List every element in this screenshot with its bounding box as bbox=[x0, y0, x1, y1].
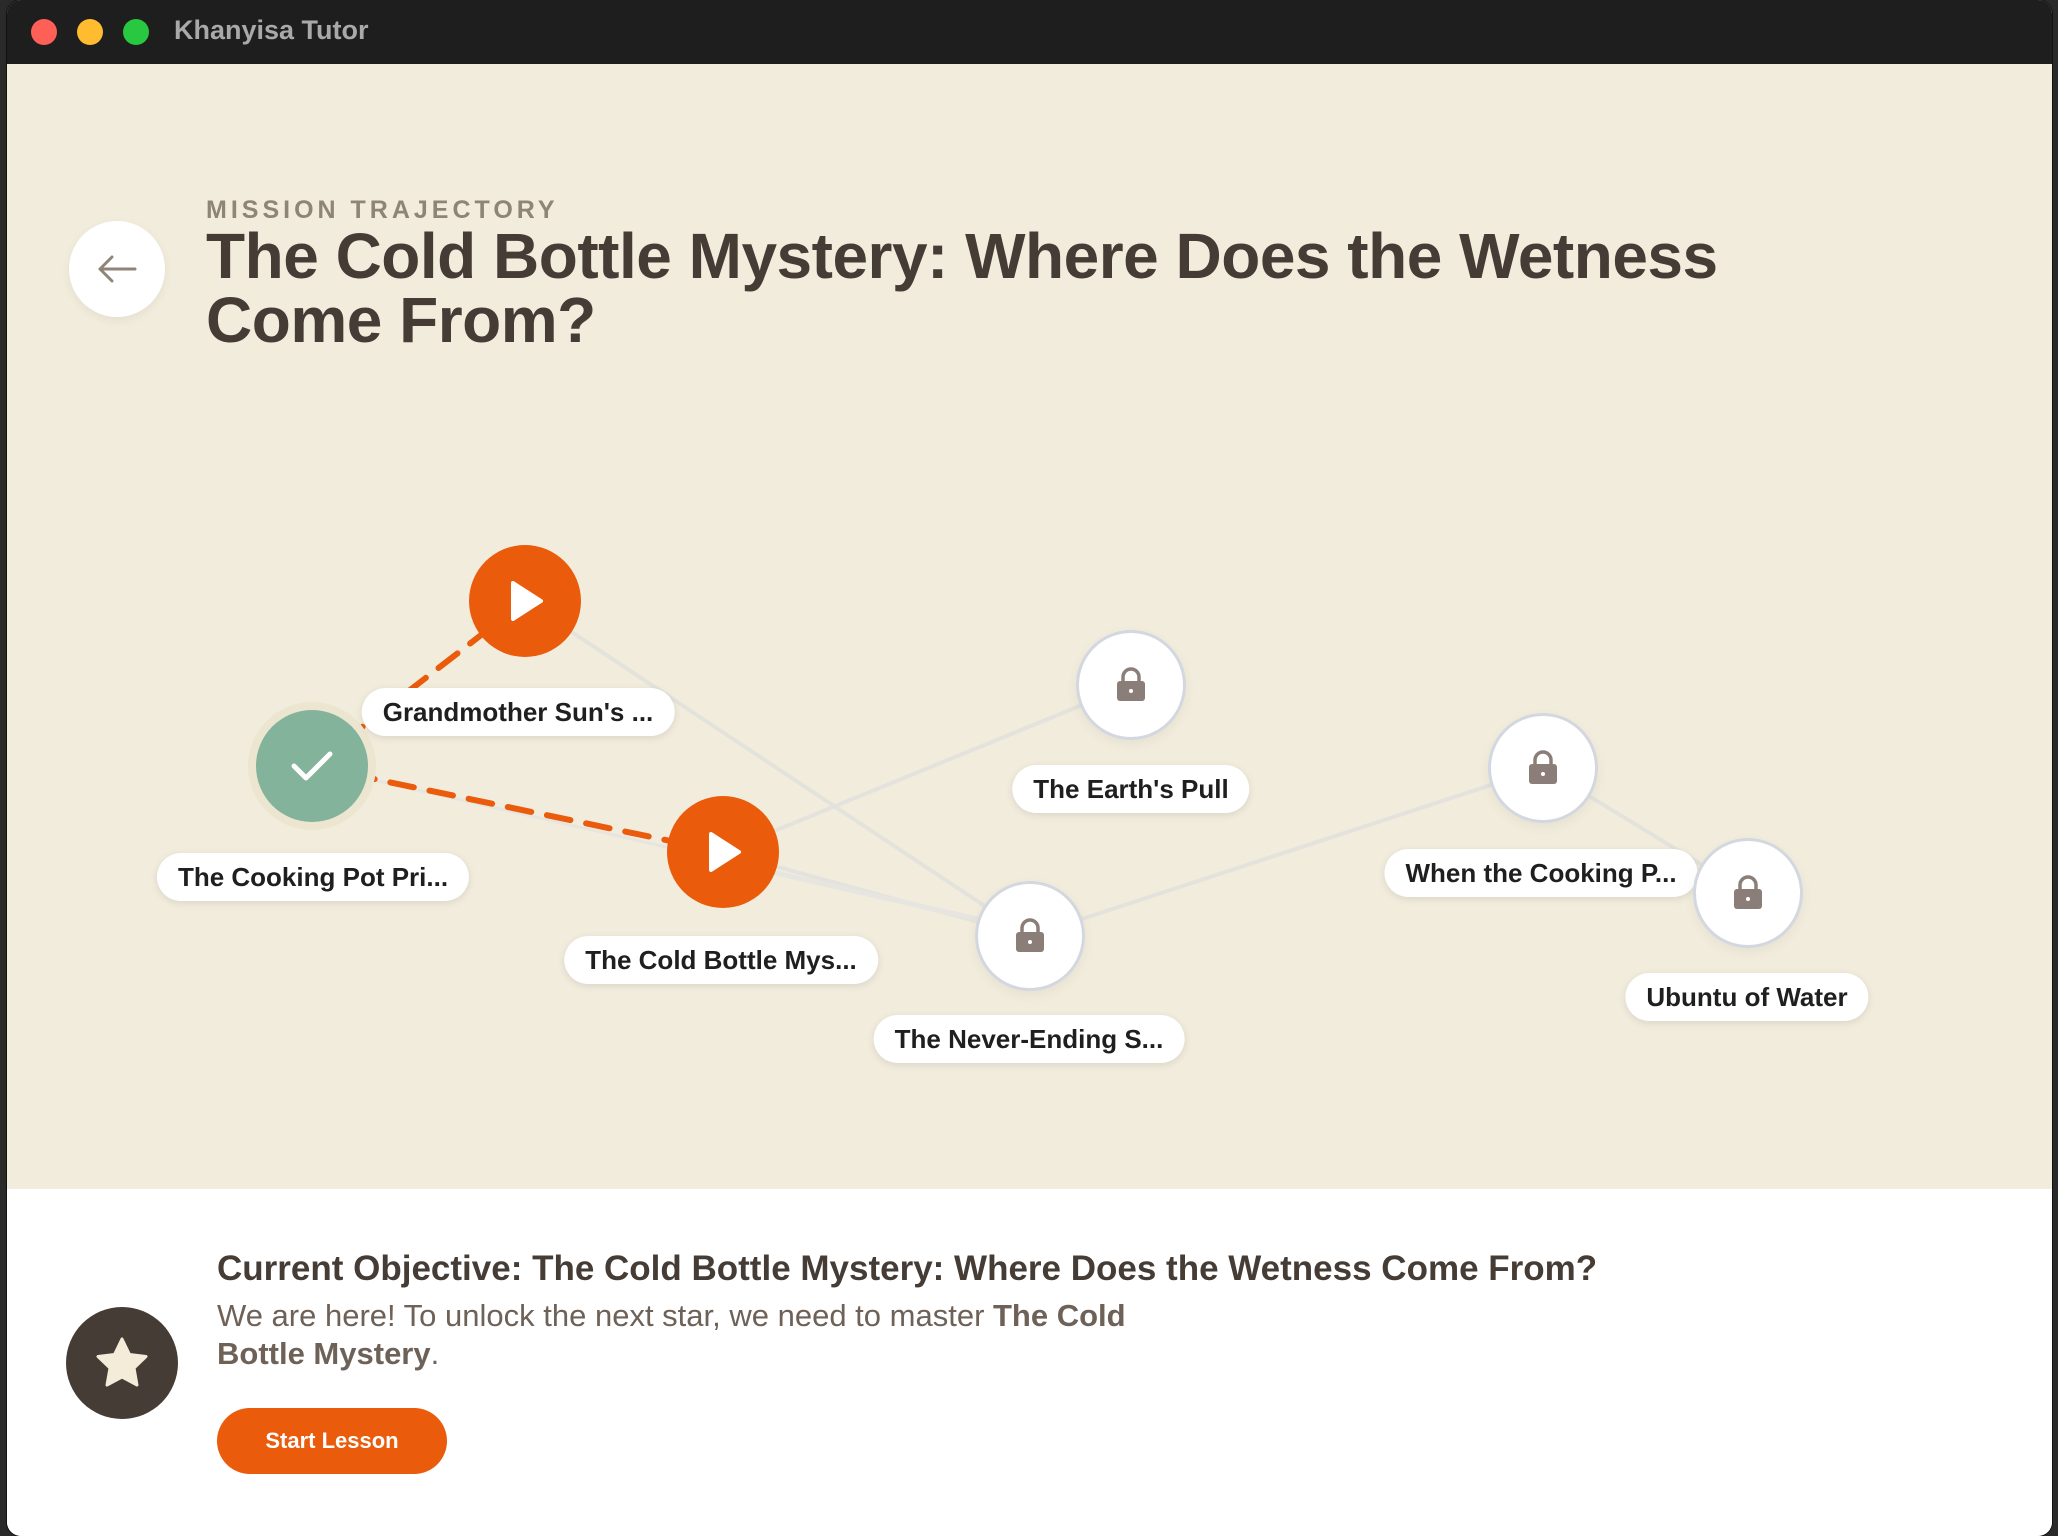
play-icon bbox=[511, 581, 543, 621]
star-icon bbox=[96, 1337, 148, 1387]
lock-icon bbox=[1529, 750, 1557, 784]
node-label-ubuntu-water[interactable]: Ubuntu of Water bbox=[1625, 973, 1869, 1021]
node-label-when-cooking[interactable]: When the Cooking P... bbox=[1384, 849, 1698, 897]
objective-desc-text: We are here! To unlock the next star, we… bbox=[217, 1298, 993, 1333]
lock-icon bbox=[1734, 875, 1762, 909]
node-cold-bottle[interactable] bbox=[667, 796, 779, 908]
node-when-cooking[interactable] bbox=[1488, 713, 1598, 823]
node-never-ending[interactable] bbox=[975, 881, 1085, 991]
objective-title: Current Objective: The Cold Bottle Myste… bbox=[217, 1249, 1598, 1288]
node-earths-pull[interactable] bbox=[1076, 630, 1186, 740]
edge-sun-neverending bbox=[523, 599, 1032, 938]
objective-panel: Current Objective: The Cold Bottle Myste… bbox=[7, 1189, 2052, 1536]
objective-badge bbox=[66, 1307, 178, 1419]
node-grandmother-sun[interactable] bbox=[469, 545, 581, 657]
node-label-cold-bottle[interactable]: The Cold Bottle Mys... bbox=[564, 936, 878, 984]
lock-icon bbox=[1117, 667, 1145, 701]
node-label-never-ending[interactable]: The Never-Ending S... bbox=[873, 1015, 1185, 1063]
node-ubuntu-water[interactable] bbox=[1693, 838, 1803, 948]
objective-description: We are here! To unlock the next star, we… bbox=[217, 1297, 1167, 1373]
node-label-grandmother-sun[interactable]: Grandmother Sun's ... bbox=[361, 688, 675, 736]
play-icon bbox=[709, 832, 741, 872]
edge-cooking-bottle bbox=[309, 763, 726, 855]
lock-icon bbox=[1016, 918, 1044, 952]
node-label-earths-pull[interactable]: The Earth's Pull bbox=[1012, 765, 1250, 813]
node-cooking-pot[interactable] bbox=[256, 710, 368, 822]
mission-graph: The Cooking Pot Pri... Grandmother Sun's… bbox=[7, 0, 2052, 1189]
node-label-cooking-pot[interactable]: The Cooking Pot Pri... bbox=[156, 853, 470, 901]
start-lesson-button[interactable]: Start Lesson bbox=[217, 1408, 447, 1474]
objective-desc-end: . bbox=[430, 1336, 440, 1371]
app-window: Khanyisa Tutor MISSION TRAJECTORY The Co… bbox=[7, 0, 2052, 1536]
check-icon bbox=[291, 751, 333, 781]
